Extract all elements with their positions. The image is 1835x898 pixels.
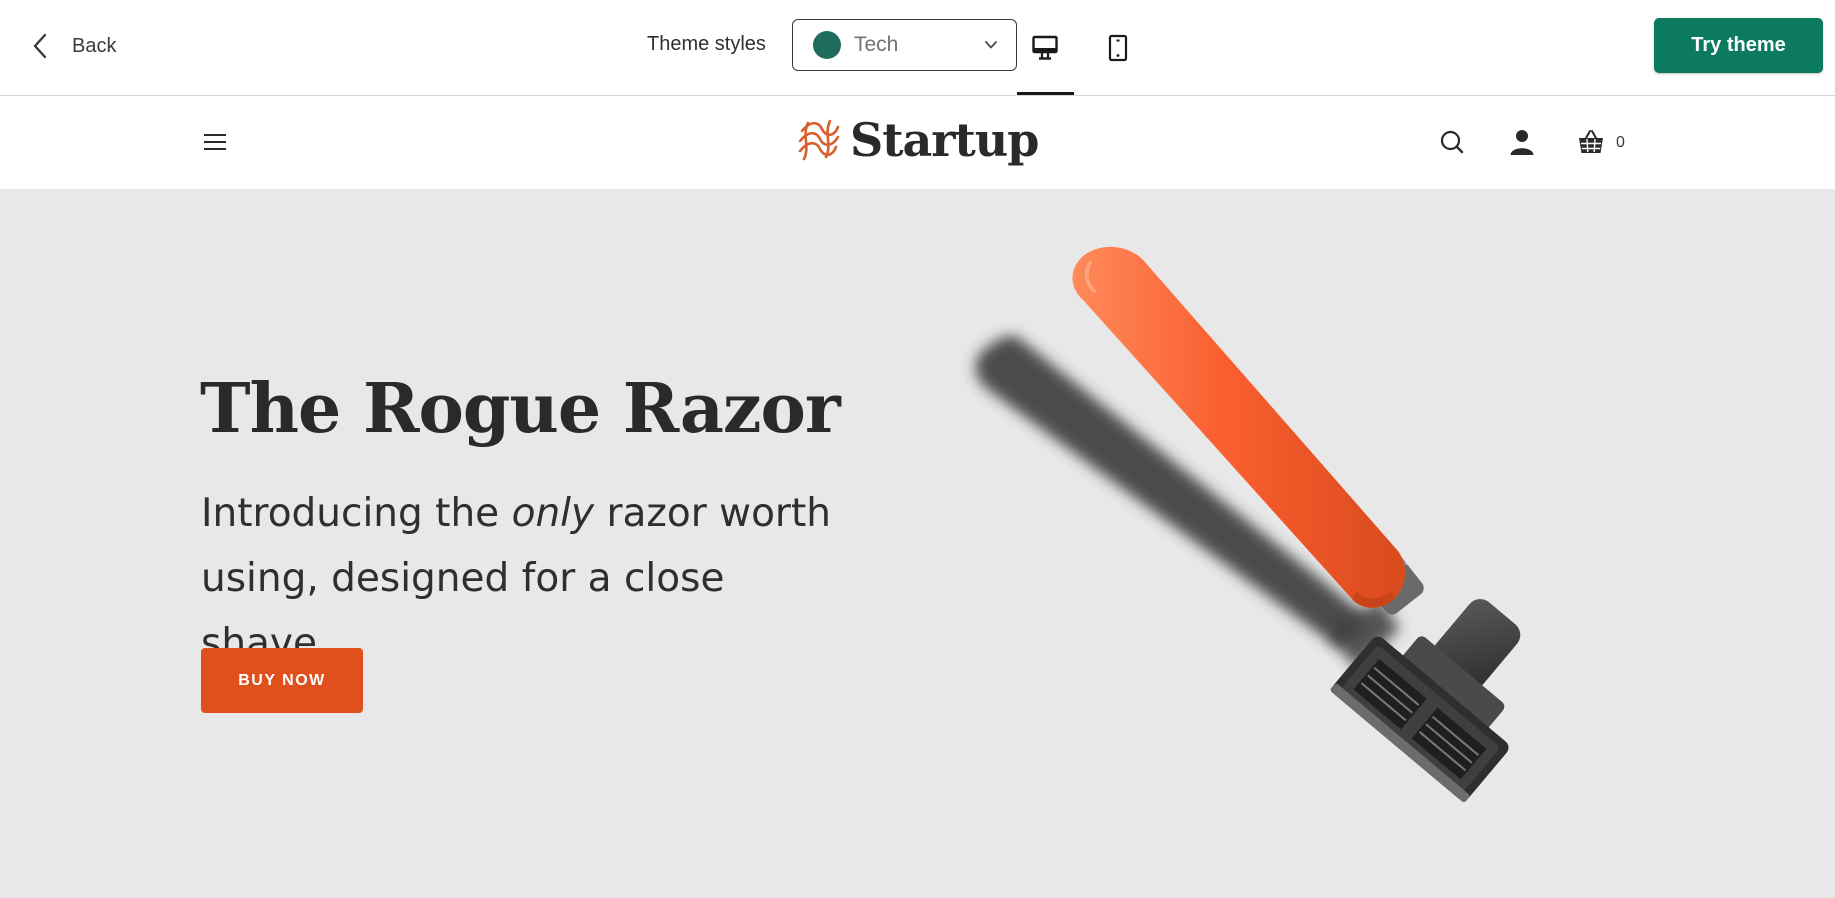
buy-now-button[interactable]: BUY NOW bbox=[201, 648, 363, 713]
theme-style-select[interactable]: Tech bbox=[792, 19, 1017, 71]
logo-mark-icon bbox=[798, 119, 840, 161]
store-logo[interactable]: Startup bbox=[796, 110, 1039, 170]
desktop-icon bbox=[1032, 35, 1058, 60]
theme-select-value: Tech bbox=[854, 33, 899, 56]
account-icon bbox=[1510, 130, 1534, 155]
hero-subtitle-start: Introducing the bbox=[201, 491, 512, 536]
hero-subtitle-emphasis: only bbox=[511, 491, 595, 536]
hero-section: The Rogue Razor Introducing the only raz… bbox=[0, 189, 1835, 898]
mobile-icon bbox=[1108, 34, 1128, 62]
back-button[interactable]: Back bbox=[30, 26, 116, 66]
hero-title: The Rogue Razor bbox=[200, 369, 841, 449]
menu-icon[interactable] bbox=[202, 130, 228, 154]
cart-button[interactable] bbox=[1575, 126, 1607, 158]
account-button[interactable] bbox=[1506, 126, 1538, 158]
search-icon bbox=[1440, 130, 1464, 154]
chevron-left-icon bbox=[33, 33, 47, 59]
chevron-down-icon bbox=[985, 41, 997, 49]
desktop-view-button[interactable] bbox=[1017, 26, 1073, 70]
logo-wordmark: Startup bbox=[850, 113, 1039, 167]
store-header: Startup bbox=[0, 96, 1835, 189]
try-theme-button[interactable]: Try theme bbox=[1654, 18, 1823, 73]
mobile-view-button[interactable] bbox=[1090, 26, 1146, 70]
theme-color-swatch bbox=[813, 31, 841, 59]
back-label: Back bbox=[72, 34, 117, 57]
razor-product-image bbox=[975, 246, 1521, 803]
preview-toolbar: Back Theme styles Tech Try theme bbox=[0, 0, 1835, 96]
cart-icon bbox=[1579, 130, 1603, 153]
theme-styles-label: Theme styles bbox=[647, 33, 766, 55]
cart-count-badge: 0 bbox=[1616, 134, 1625, 151]
hero-subtitle: Introducing the only razor worth using, … bbox=[201, 481, 861, 676]
active-view-indicator bbox=[1017, 92, 1074, 95]
search-button[interactable] bbox=[1436, 126, 1468, 158]
